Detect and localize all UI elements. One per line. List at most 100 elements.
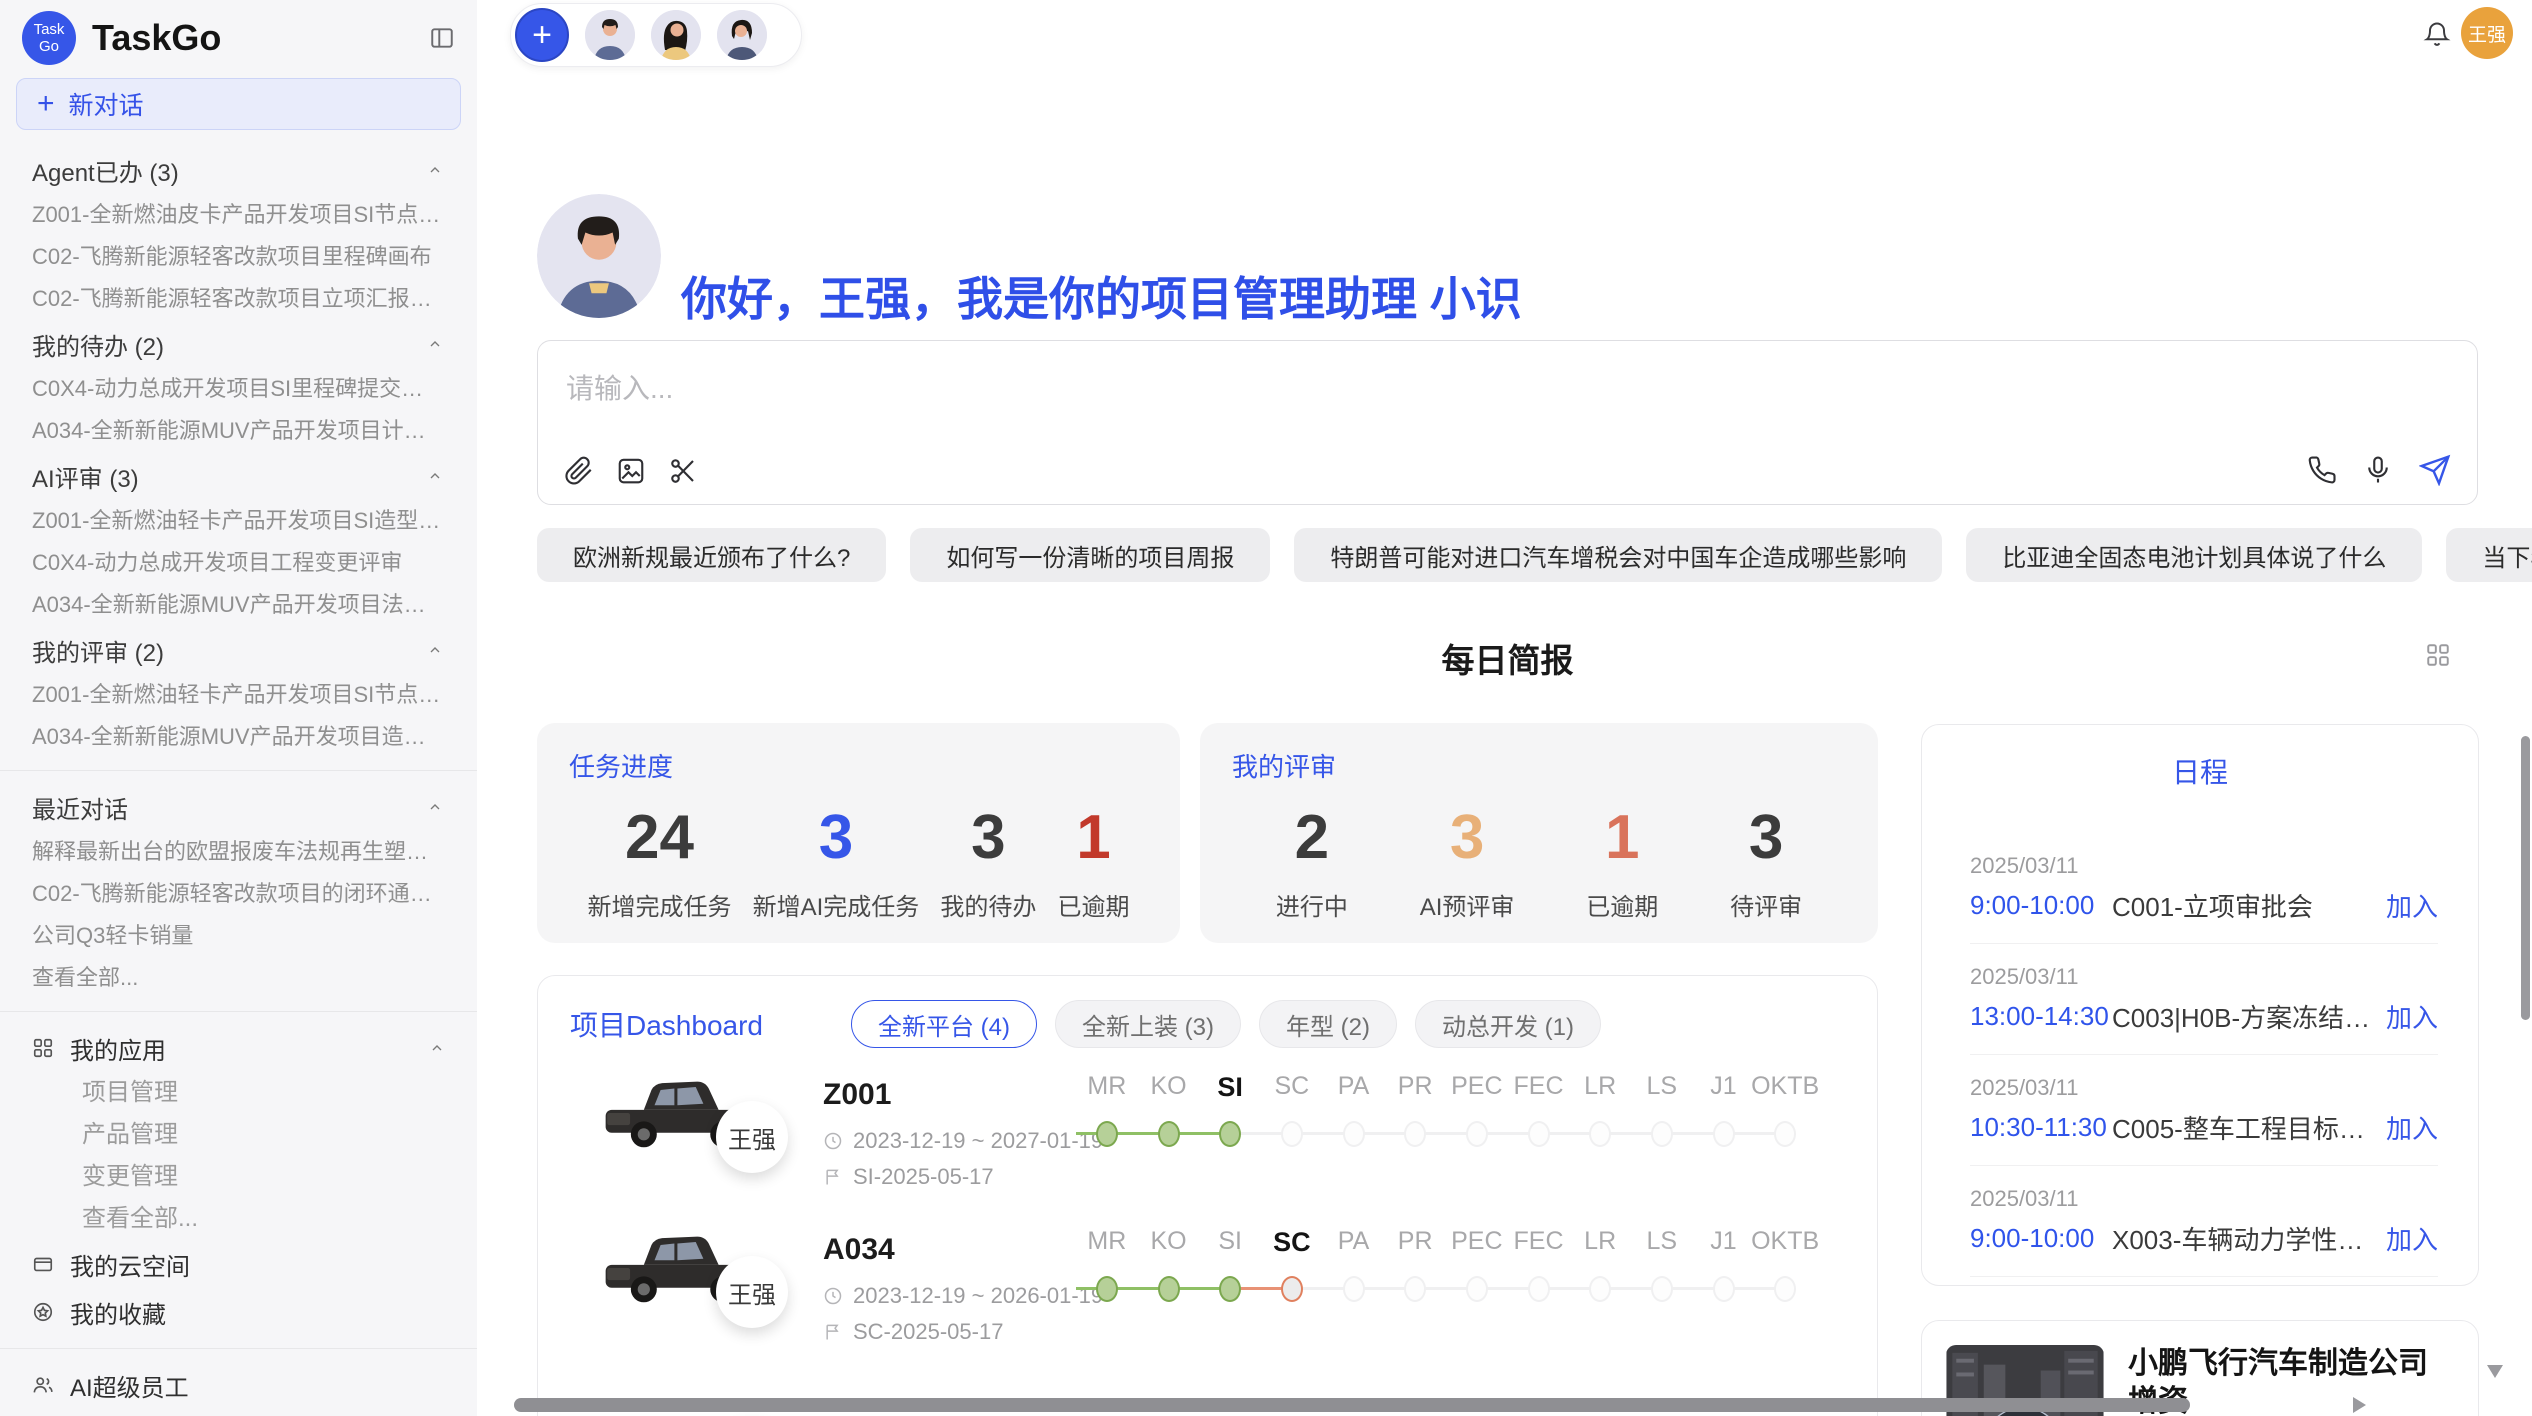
view-all-chats-link[interactable]: 查看全部... [0,957,477,999]
milestone-marker [1343,1121,1365,1147]
list-item[interactable]: C0X4-动力总成开发项目工程变更评审 [0,542,477,584]
project-dashboard-card: 项目Dashboard 全新平台 (4) 全新上装 (3) 年型 (2) 动总开… [537,975,1878,1416]
suggestion-chip[interactable]: 比亚迪全固态电池计划具体说了什么 [1966,528,2422,582]
list-item[interactable]: Z001-全新燃油皮卡产品开发项目SI节点Lesson Learn报告 [0,194,477,236]
stat-value: 1 [1057,795,1129,881]
join-link[interactable]: 加入 [2386,1109,2438,1146]
stat-value: 3 [1730,795,1802,881]
list-item[interactable]: C0X4-动力总成开发项目SI里程碑提交物检查 [0,368,477,410]
list-item[interactable]: A034-全新新能源MUV产品开发项目法规符合性评审 [0,584,477,626]
section-agent-done[interactable]: Agent已办 (3) [0,146,477,194]
microphone-button[interactable] [2363,455,2393,485]
stat-overdue: 1 已逾期 [1057,795,1129,922]
view-all-apps-link[interactable]: 查看全部... [0,1198,477,1240]
suggestion-chip[interactable]: 欧洲新规最近颁布了什么? [537,528,886,582]
suggestion-chip[interactable]: 当下年轻人对汽车外观有怎样的喜好趋势 [2446,528,2532,582]
schedule-event-name: C001-立项审批会 [2112,887,2372,924]
list-item[interactable]: 解释最新出台的欧盟报废车法规再生塑料比例被调至15%... [0,831,477,873]
user-avatar[interactable]: 王强 [2461,7,2513,59]
scroll-down-arrow[interactable] [2487,1365,2503,1378]
sidebar-item-help-write[interactable]: 帮我写作 [0,1409,477,1416]
add-assistant-button[interactable]: + [515,8,569,62]
list-item[interactable]: Z001-全新燃油轻卡产品开发项目SI造型提交物评审 [0,500,477,542]
project-rows: 王强 Z001 2023-12-19 ~ 2027-01-19 SI-2025-… [538,1056,1877,1416]
greeting-title: 你好，王强，我是你的项目管理助理 小识 [681,263,1522,329]
sidebar-header: Task Go TaskGo [0,0,477,76]
sidebar-item-cloud-space[interactable]: 我的云空间 [0,1240,477,1288]
sidebar-collapse-button[interactable] [429,25,455,51]
section-my-review[interactable]: 我的评审 (2) [0,626,477,674]
list-item[interactable]: A034-全新新能源MUV产品开发项目计划变更表编写 [0,410,477,452]
schedule-time: 13:00-14:30 [1970,1001,2112,1032]
send-icon [2419,454,2451,486]
section-title: Agent已办 (3) [32,153,179,188]
tab-powertrain[interactable]: 动总开发 (1) [1415,1000,1601,1048]
milestone-marker [1281,1121,1303,1147]
list-item[interactable]: Z001-全新燃油轻卡产品开发项目SI节点属性5D文件评审 [0,674,477,716]
horizontal-scrollbar-thumb[interactable] [514,1398,2190,1412]
list-item[interactable]: A034-全新新能源MUV产品开发项目造型可行性评审 [0,716,477,758]
tab-new-body[interactable]: 全新上装 (3) [1055,1000,1241,1048]
schedule-entry: 2025/03/11 9:00-10:00 C001-立项审批会 加入 [1922,833,2478,944]
assistant-avatar-3[interactable] [717,10,767,60]
schedule-card: 日程 2025/03/11 9:00-10:00 C001-立项审批会 加入 2… [1921,724,2479,1286]
notifications-button[interactable] [2423,20,2451,48]
flag-icon [823,1322,843,1342]
app-item-product-mgmt[interactable]: 产品管理 [0,1114,477,1156]
scissors-icon [668,456,698,486]
new-chat-label: 新对话 [69,86,144,122]
assistant-switcher: + [510,3,802,67]
chevron-up-icon [427,799,443,815]
section-my-todo[interactable]: 我的待办 (2) [0,320,477,368]
sidebar-item-my-apps[interactable]: 我的应用 [0,1024,477,1072]
vertical-scrollbar-thumb[interactable] [2521,736,2530,1020]
voice-call-button[interactable] [2307,455,2337,485]
section-title: 最近对话 [32,790,128,825]
assistant-avatar-2[interactable] [651,10,701,60]
insert-image-button[interactable] [616,456,646,486]
list-item[interactable]: C02-飞腾新能源轻客改款项目的闭环通告反馈情况 [0,873,477,915]
stat-value: 3 [1420,795,1515,881]
project-row[interactable]: 王强 Z001 2023-12-19 ~ 2027-01-19 SI-2025-… [538,1056,1877,1211]
screenshot-button[interactable] [668,456,698,486]
list-item[interactable]: 公司Q3轻卡销量 [0,915,477,957]
favorites-label: 我的收藏 [70,1295,445,1330]
schedule-list: 2025/03/11 9:00-10:00 C001-立项审批会 加入 2025… [1922,833,2478,1277]
join-link[interactable]: 加入 [2386,887,2438,924]
chevron-up-icon [427,162,443,178]
tab-year-model[interactable]: 年型 (2) [1259,1000,1397,1048]
chat-input[interactable]: 请输入... [537,340,2478,505]
list-item[interactable]: C02-飞腾新能源轻客改款项目里程碑画布 [0,236,477,278]
suggestion-chip[interactable]: 特朗普可能对进口汽车增税会对中国车企造成哪些影响 [1294,528,1942,582]
join-link[interactable]: 加入 [2386,998,2438,1035]
project-milestone-flag: SC-2025-05-17 [823,1319,1003,1345]
new-chat-button[interactable]: + 新对话 [16,78,461,130]
sidebar-item-favorites[interactable]: 我的收藏 [0,1288,477,1336]
join-link[interactable]: 加入 [2386,1220,2438,1257]
mic-icon [2363,455,2393,485]
project-row[interactable]: 王强 A034 2023-12-19 ~ 2026-01-19 SC-2025-… [538,1211,1877,1366]
people-icon [32,1374,54,1396]
assistant-avatar-1[interactable] [585,10,635,60]
list-item[interactable]: C02-飞腾新能源轻客改款项目立项汇报方案 [0,278,477,320]
schedule-title: 日程 [1922,751,2478,791]
stat-label: 待评审 [1730,887,1802,922]
app-item-project-mgmt[interactable]: 项目管理 [0,1072,477,1114]
app-item-change-mgmt[interactable]: 变更管理 [0,1156,477,1198]
tab-new-platform[interactable]: 全新平台 (4) [851,1000,1037,1048]
section-recent-chats[interactable]: 最近对话 [0,783,477,831]
app-window: Task Go TaskGo + 新对话 Agent已办 (3) Z001-全新… [0,0,2532,1416]
milestone-marker [1404,1276,1426,1302]
section-ai-review[interactable]: AI评审 (3) [0,452,477,500]
milestone-marker [1528,1276,1550,1302]
send-button[interactable] [2419,454,2451,486]
avatar-illustration [537,194,661,318]
scroll-right-arrow[interactable] [2353,1397,2366,1413]
suggestion-chip[interactable]: 如何写一份清晰的项目周报 [910,528,1270,582]
stat-my-todo: 3 我的待办 [940,795,1036,922]
project-owner-badge: 王强 [716,1256,788,1328]
my-review-card: 我的评审 2 进行中 3 AI预评审 1 已逾期 3 待评审 [1200,723,1878,943]
sidebar-item-ai-staff[interactable]: AI超级员工 [0,1361,477,1409]
briefing-layout-button[interactable] [2425,642,2451,668]
attach-button[interactable] [564,456,594,486]
